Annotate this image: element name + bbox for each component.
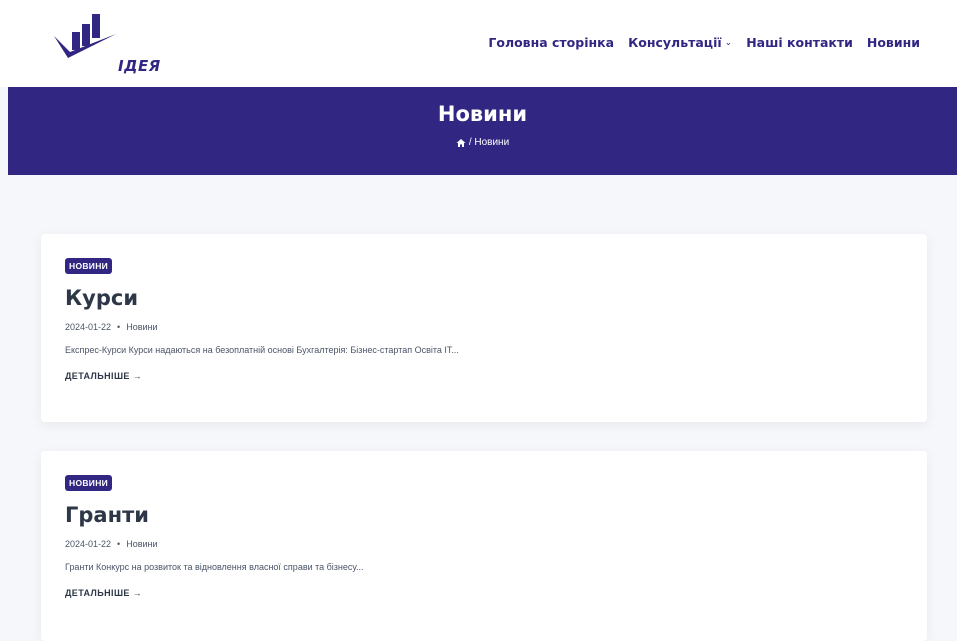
- chevron-down-icon: ⌄: [724, 37, 733, 48]
- breadcrumb-current: / Новини: [468, 137, 510, 148]
- category-badge[interactable]: НОВИНИ: [65, 258, 113, 274]
- post-card: НОВИНИ Курси 2024-01-22 • Новини Експрес…: [41, 234, 927, 422]
- site-header: ІДЕЯ Головна сторінка Консультації ⌄ Наш…: [0, 0, 957, 87]
- page-title: Новини: [437, 102, 528, 126]
- post-title[interactable]: Курси: [65, 286, 927, 310]
- nav-item-home[interactable]: Головна сторінка: [488, 35, 614, 50]
- post-title[interactable]: Гранти: [65, 503, 927, 527]
- breadcrumb: / Новини: [8, 137, 957, 148]
- post-date: 2024-01-22: [65, 539, 112, 549]
- meta-separator: •: [117, 539, 121, 549]
- logo-icon: [54, 14, 116, 58]
- read-more-link[interactable]: ДЕТАЛЬНІШЕ →: [65, 588, 142, 598]
- nav-item-contacts[interactable]: Наші контакти: [746, 35, 853, 50]
- nav-item-consultations[interactable]: Консультації ⌄: [628, 35, 732, 50]
- category-badge[interactable]: НОВИНИ: [65, 475, 113, 491]
- post-meta: 2024-01-22 • Новини: [65, 322, 927, 332]
- post-card: НОВИНИ Гранти 2024-01-22 • Новини Гранти…: [41, 451, 927, 641]
- logo-text: ІДЕЯ: [118, 57, 161, 75]
- main-nav: Головна сторінка Консультації ⌄ Наші кон…: [488, 35, 920, 50]
- read-more-link[interactable]: ДЕТАЛЬНІШЕ →: [65, 371, 142, 381]
- nav-item-consultations-label: Консультації: [628, 35, 722, 50]
- meta-separator: •: [117, 322, 121, 332]
- site-logo[interactable]: ІДЕЯ: [50, 12, 160, 75]
- post-excerpt: Експрес-Курси Курси надаються на безопла…: [65, 345, 459, 355]
- post-meta: 2024-01-22 • Новини: [65, 539, 927, 549]
- post-date: 2024-01-22: [65, 322, 112, 332]
- nav-item-news[interactable]: Новини: [867, 35, 920, 50]
- home-icon[interactable]: [456, 138, 466, 148]
- post-excerpt: Гранти Конкурс на розвиток та відновленн…: [65, 562, 364, 572]
- post-category[interactable]: Новини: [126, 539, 157, 549]
- post-category[interactable]: Новини: [126, 322, 157, 332]
- page-banner: Новини / Новини: [8, 87, 957, 175]
